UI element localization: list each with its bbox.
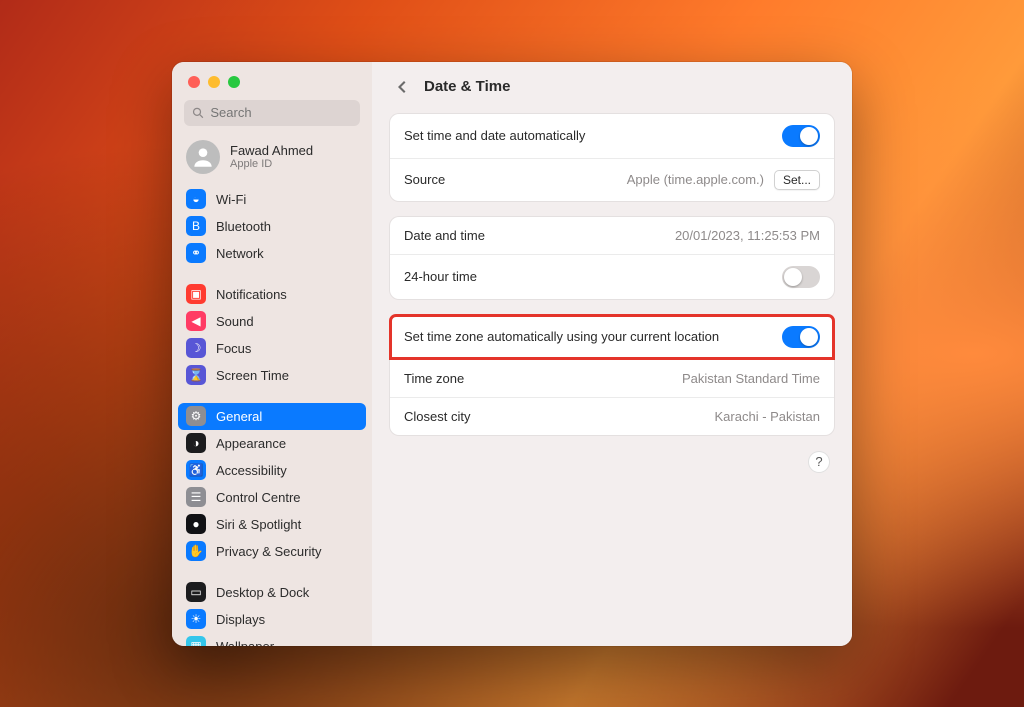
panel-date-time: Date and time 20/01/2023, 11:25:53 PM 24… (390, 217, 834, 299)
siri-spotlight-icon: ● (186, 514, 206, 534)
sidebar-item-siri-spotlight[interactable]: ● Siri & Spotlight (178, 511, 366, 538)
toggle-set-time-automatically[interactable] (782, 125, 820, 147)
sidebar-item-notifications[interactable]: ▣ Notifications (178, 281, 366, 308)
control-centre-icon: ☰ (186, 487, 206, 507)
label: Date and time (404, 228, 485, 243)
row-time-zone: Time zone Pakistan Standard Time (390, 359, 834, 397)
row-closest-city: Closest city Karachi - Pakistan (390, 397, 834, 435)
sidebar-item-control-centre[interactable]: ☰ Control Centre (178, 484, 366, 511)
bluetooth-icon: B (186, 216, 206, 236)
label: 24-hour time (404, 269, 477, 284)
wallpaper-icon: ▦ (186, 636, 206, 646)
sidebar-item-label: Bluetooth (216, 219, 271, 234)
label: Source (404, 172, 445, 187)
sidebar-item-label: Displays (216, 612, 265, 627)
label: Set time zone automatically using your c… (404, 329, 719, 344)
sidebar-item-label: Privacy & Security (216, 544, 321, 559)
sidebar-item-label: Focus (216, 341, 251, 356)
chevron-left-icon (396, 80, 410, 94)
titlebar: Date & Time (372, 62, 852, 112)
focus-icon: ☽ (186, 338, 206, 358)
back-button[interactable] (392, 76, 414, 98)
apple-id-row[interactable]: Fawad Ahmed Apple ID (172, 138, 372, 186)
desktop-dock-icon: ▭ (186, 582, 206, 602)
panel-auto-time: Set time and date automatically Source A… (390, 114, 834, 201)
sidebar-item-label: Wallpaper (216, 639, 274, 646)
sidebar-item-label: Control Centre (216, 490, 301, 505)
account-name: Fawad Ahmed (230, 143, 313, 158)
sidebar-item-screen-time[interactable]: ⌛ Screen Time (178, 362, 366, 389)
close-window-button[interactable] (188, 76, 200, 88)
main-pane: Date & Time Set time and date automatica… (372, 62, 852, 646)
sidebar-item-wi-fi[interactable]: ◒ Wi-Fi (178, 186, 366, 213)
sidebar-item-label: Sound (216, 314, 254, 329)
minimize-window-button[interactable] (208, 76, 220, 88)
sidebar-item-label: Siri & Spotlight (216, 517, 301, 532)
search-input[interactable] (210, 105, 352, 120)
privacy-security-icon: ✋ (186, 541, 206, 561)
set-source-button[interactable]: Set... (774, 170, 820, 190)
label: Set time and date automatically (404, 128, 585, 143)
window-controls (172, 62, 372, 98)
sidebar-item-general[interactable]: ⚙ General (178, 403, 366, 430)
sidebar-list: ◒ Wi-Fi B Bluetooth ⚭ Network ▣ Notifications ◀ S… (172, 186, 372, 646)
sidebar-item-label: Screen Time (216, 368, 289, 383)
sidebar-item-privacy-security[interactable]: ✋ Privacy & Security (178, 538, 366, 565)
label: Time zone (404, 371, 464, 386)
sidebar-item-bluetooth[interactable]: B Bluetooth (178, 213, 366, 240)
help-button[interactable]: ? (808, 451, 830, 473)
sound-icon: ◀ (186, 311, 206, 331)
row-set-time-automatically: Set time and date automatically (390, 114, 834, 158)
screen-time-icon: ⌛ (186, 365, 206, 385)
displays-icon: ☀ (186, 609, 206, 629)
source-value: Apple (time.apple.com.) (627, 172, 764, 187)
search-field[interactable] (184, 100, 360, 126)
sidebar-item-focus[interactable]: ☽ Focus (178, 335, 366, 362)
closest-city-value: Karachi - Pakistan (715, 409, 821, 424)
appearance-icon: ◑ (186, 433, 206, 453)
general-icon: ⚙ (186, 406, 206, 426)
sidebar-item-label: General (216, 409, 262, 424)
page-title: Date & Time (424, 78, 510, 95)
row-24-hour: 24-hour time (390, 254, 834, 299)
settings-window: Fawad Ahmed Apple ID ◒ Wi-Fi B Bluetooth ⚭ Ne… (172, 62, 852, 646)
account-sub: Apple ID (230, 158, 313, 170)
sidebar-item-label: Appearance (216, 436, 286, 451)
avatar (186, 140, 220, 174)
sidebar-item-desktop-dock[interactable]: ▭ Desktop & Dock (178, 579, 366, 606)
label: Closest city (404, 409, 470, 424)
date-time-value: 20/01/2023, 11:25:53 PM (675, 228, 820, 243)
sidebar-item-label: Wi-Fi (216, 192, 246, 207)
accessibility-icon: ♿ (186, 460, 206, 480)
sidebar-item-network[interactable]: ⚭ Network (178, 240, 366, 267)
sidebar-item-label: Network (216, 246, 264, 261)
sidebar-item-label: Notifications (216, 287, 287, 302)
notifications-icon: ▣ (186, 284, 206, 304)
row-date-time: Date and time 20/01/2023, 11:25:53 PM (390, 217, 834, 254)
zoom-window-button[interactable] (228, 76, 240, 88)
sidebar-item-label: Accessibility (216, 463, 287, 478)
toggle-24-hour[interactable] (782, 266, 820, 288)
time-zone-value: Pakistan Standard Time (682, 371, 820, 386)
sidebar-item-wallpaper[interactable]: ▦ Wallpaper (178, 633, 366, 646)
search-icon (192, 106, 204, 120)
toggle-tz-automatically[interactable] (782, 326, 820, 348)
sidebar-item-sound[interactable]: ◀ Sound (178, 308, 366, 335)
panel-time-zone: Set time zone automatically using your c… (390, 315, 834, 435)
sidebar-item-appearance[interactable]: ◑ Appearance (178, 430, 366, 457)
sidebar-item-accessibility[interactable]: ♿ Accessibility (178, 457, 366, 484)
content: Set time and date automatically Source A… (372, 112, 852, 646)
sidebar-item-displays[interactable]: ☀ Displays (178, 606, 366, 633)
person-icon (190, 144, 216, 170)
sidebar-item-label: Desktop & Dock (216, 585, 309, 600)
row-tz-automatically: Set time zone automatically using your c… (390, 315, 834, 359)
sidebar: Fawad Ahmed Apple ID ◒ Wi-Fi B Bluetooth ⚭ Ne… (172, 62, 372, 646)
wi-fi-icon: ◒ (186, 189, 206, 209)
row-source: Source Apple (time.apple.com.) Set... (390, 158, 834, 201)
network-icon: ⚭ (186, 243, 206, 263)
